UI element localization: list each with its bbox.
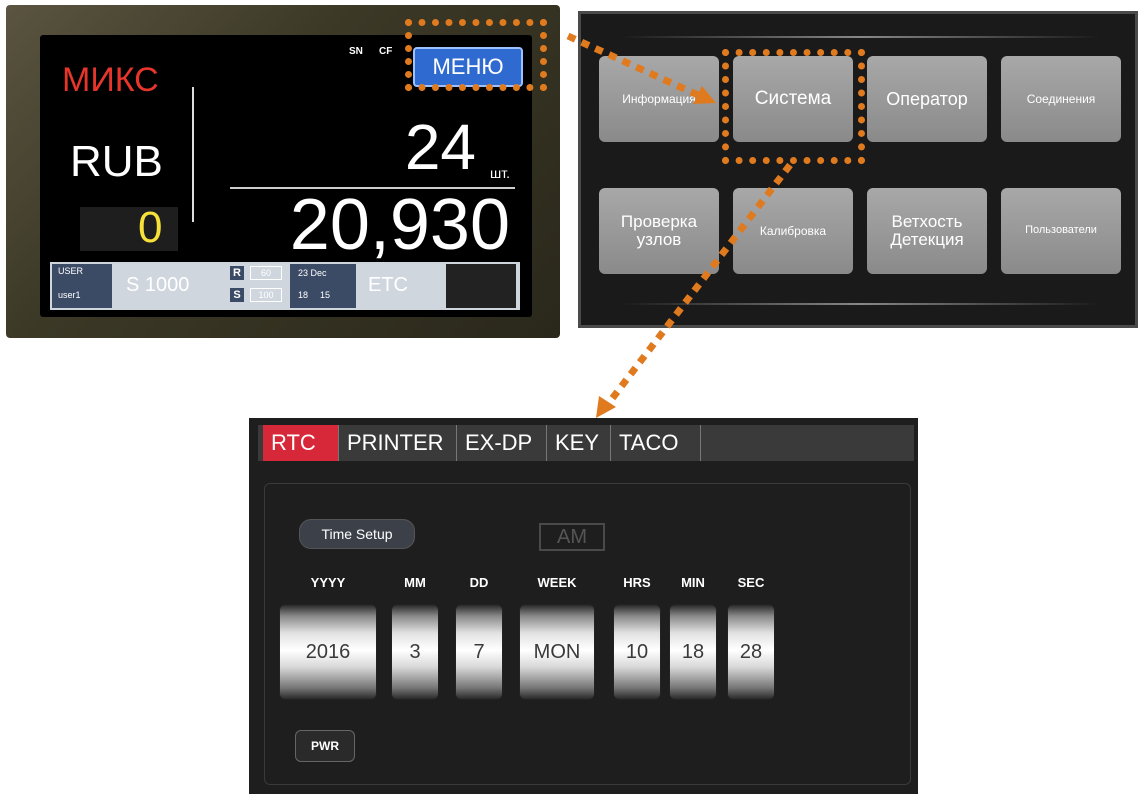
week-wheel[interactable]: MON xyxy=(519,604,595,700)
tab-bar: RTC PRINTER EX-DP KEY TACO xyxy=(258,425,914,461)
time-setup-button[interactable]: Time Setup xyxy=(299,519,415,549)
menu-calibration-button[interactable]: Калибровка xyxy=(733,188,853,274)
menu-highlight xyxy=(405,19,547,91)
tab-key[interactable]: KEY xyxy=(547,425,611,461)
am-pm-indicator[interactable]: AM xyxy=(539,523,605,551)
day-wheel[interactable]: 7 xyxy=(455,604,503,700)
r-value: 60 xyxy=(250,266,282,280)
menu-wear-detection-button[interactable]: Ветхость Детекция xyxy=(867,188,987,274)
status-bar: USER user1 S 1000 R 60 S 100 23 Dec 18 1… xyxy=(50,262,520,310)
status-dark-box xyxy=(446,264,516,308)
currency-label: RUB xyxy=(70,137,163,186)
aux-count-box xyxy=(80,207,178,251)
system-highlight xyxy=(722,49,865,164)
user-label: USER xyxy=(58,266,84,276)
minutes-label: MIN xyxy=(681,575,705,590)
menu-nodes-check-button[interactable]: Проверка узлов xyxy=(599,188,719,274)
year-wheel[interactable]: 2016 xyxy=(279,604,377,700)
sn-indicator: SN xyxy=(349,46,363,57)
rtc-settings-screen: RTC PRINTER EX-DP KEY TACO Time Setup AM… xyxy=(249,418,918,794)
divider xyxy=(192,87,194,222)
tab-printer[interactable]: PRINTER xyxy=(339,425,457,461)
tab-taco[interactable]: TACO xyxy=(611,425,701,461)
date: 23 Dec xyxy=(298,268,327,278)
piece-unit: шт. xyxy=(490,165,510,181)
menu-connections-button[interactable]: Соединения xyxy=(1001,56,1121,142)
power-button[interactable]: PWR xyxy=(295,730,355,762)
minutes-wheel[interactable]: 18 xyxy=(669,604,717,700)
hours-label: HRS xyxy=(623,575,651,590)
aux-count: 0 xyxy=(138,203,163,252)
menu-users-button[interactable]: Пользователи xyxy=(1001,188,1121,274)
menu-info-button[interactable]: Информация xyxy=(599,56,719,142)
tab-rtc[interactable]: RTC xyxy=(263,425,339,461)
total-amount: 20,930 xyxy=(289,185,510,265)
seconds-wheel[interactable]: 28 xyxy=(727,604,775,700)
day-label: DD xyxy=(469,575,489,590)
month-label: MM xyxy=(404,575,426,590)
hours-wheel[interactable]: 10 xyxy=(613,604,661,700)
arrow-head-icon xyxy=(596,396,616,418)
week-label: WEEK xyxy=(537,575,577,590)
month-wheel[interactable]: 3 xyxy=(391,604,439,700)
s-badge: S xyxy=(230,288,244,302)
etc-label: ETC xyxy=(368,274,408,296)
time-minutes: 15 xyxy=(320,290,331,300)
denomination: S 1000 xyxy=(126,274,190,296)
seconds-label: SEC xyxy=(737,575,765,590)
s-value: 100 xyxy=(250,288,282,302)
r-badge: R xyxy=(230,266,244,280)
mode-label: МИКС xyxy=(62,61,159,99)
divider xyxy=(621,303,1101,305)
divider xyxy=(621,36,1101,38)
tab-ex-dp[interactable]: EX-DP xyxy=(457,425,547,461)
year-label: YYYY xyxy=(310,575,346,590)
piece-count: 24 xyxy=(404,111,476,183)
cf-indicator: CF xyxy=(379,46,393,57)
time-hours: 18 xyxy=(298,290,309,300)
menu-operator-button[interactable]: Оператор xyxy=(867,56,987,142)
user-name: user1 xyxy=(58,290,81,300)
